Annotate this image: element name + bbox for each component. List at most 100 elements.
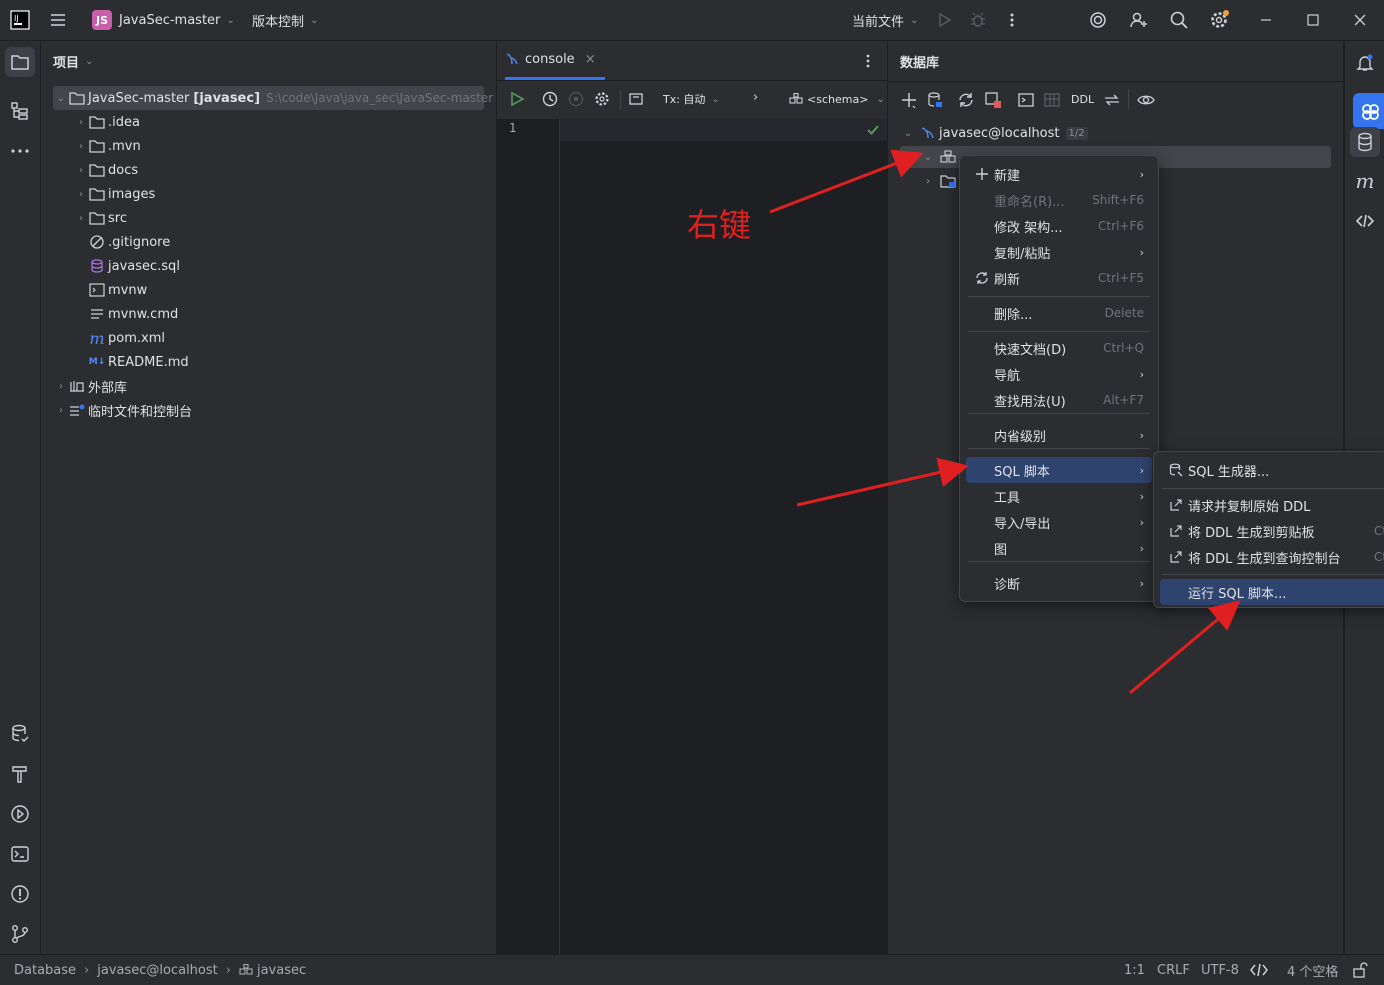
vcs-menu[interactable]: 版本控制 ⌄ <box>252 0 318 40</box>
scratches-icon <box>69 402 85 418</box>
tree-row[interactable]: javasec.sql <box>73 254 180 278</box>
more-actions-icon[interactable] <box>1005 0 1019 40</box>
debug-icon[interactable] <box>969 0 987 40</box>
submenu-item[interactable]: 运行 SQL 脚本... <box>1160 579 1384 605</box>
project-folder-icon[interactable] <box>5 47 35 77</box>
close-tab-icon[interactable]: × <box>585 52 596 67</box>
tree-row-scratches[interactable]: › 临时文件和控制台 <box>53 398 192 422</box>
settings-icon[interactable] <box>594 91 610 107</box>
project-panel-header[interactable]: 项目 ⌄ <box>53 51 93 71</box>
context-menu-item[interactable]: SQL 脚本 › <box>966 457 1152 483</box>
run-icon[interactable] <box>935 0 953 40</box>
context-menu-item[interactable]: 导入/导出 › <box>966 509 1152 535</box>
compare-icon[interactable] <box>1103 91 1121 109</box>
stop-icon[interactable] <box>568 91 584 107</box>
context-menu-item[interactable]: 刷新 Ctrl+F5 <box>966 265 1152 291</box>
tab-console[interactable]: console × <box>505 41 596 77</box>
tree-row[interactable]: › images <box>73 182 155 206</box>
context-menu-item[interactable]: 重命名(R)... Shift+F6 <box>966 187 1152 213</box>
tree-row[interactable]: › .mvn <box>73 134 141 158</box>
context-menu-item[interactable]: 修改 架构... Ctrl+F6 <box>966 213 1152 239</box>
context-menu-item[interactable]: 诊断 › <box>966 570 1152 596</box>
add-user-icon[interactable] <box>1129 0 1149 40</box>
execute-icon[interactable] <box>509 91 525 107</box>
indent-setting[interactable]: 4 个空格 <box>1287 955 1338 985</box>
search-icon[interactable] <box>1169 0 1189 40</box>
database-tool-icon[interactable] <box>1350 127 1380 157</box>
cloud-plugin-icon[interactable] <box>1353 93 1384 129</box>
tree-row[interactable]: m pom.xml <box>73 326 165 350</box>
db-tree-server-objects-row[interactable]: › <box>920 169 959 193</box>
endpoints-icon[interactable] <box>1353 209 1377 233</box>
tree-row-external-libs[interactable]: › 外部库 <box>53 374 127 398</box>
file-encoding[interactable]: UTF-8 <box>1201 955 1239 985</box>
lock-icon[interactable] <box>1352 955 1368 985</box>
git-branch-icon[interactable] <box>8 922 32 946</box>
structure-icon[interactable] <box>8 99 32 123</box>
library-icon <box>69 378 85 394</box>
ai-assistant-icon[interactable] <box>1088 0 1108 40</box>
context-menu-item[interactable]: 查找用法(U) Alt+F7 <box>966 387 1152 413</box>
tree-root-row[interactable]: ⌄ JavaSec-master [javasec] S:\code\Java\… <box>53 86 493 110</box>
ddl-button[interactable]: DDL <box>1071 93 1094 106</box>
maven-icon[interactable]: m <box>1353 169 1377 193</box>
breadcrumb-connection[interactable]: javasec@localhost <box>97 963 218 978</box>
context-menu-item[interactable]: 图 › <box>966 535 1152 561</box>
submenu-item[interactable]: 请求并复制原始 DDL <box>1160 492 1384 518</box>
breadcrumb-schema[interactable]: javasec <box>257 963 306 978</box>
main-menu-icon[interactable] <box>48 0 68 40</box>
eye-icon[interactable] <box>1137 91 1155 109</box>
terminal-icon[interactable] <box>8 842 32 866</box>
problems-icon[interactable] <box>8 882 32 906</box>
context-menu-item[interactable]: 快速文档(D) Ctrl+Q <box>966 335 1152 361</box>
tree-row[interactable]: .gitignore <box>73 230 170 254</box>
chevron-down-icon: ⌄ <box>903 127 913 139</box>
output-pane-icon[interactable] <box>628 91 644 107</box>
history-icon[interactable] <box>542 91 558 107</box>
context-menu-item[interactable]: 内省级别 › <box>966 422 1152 448</box>
context-menu-item[interactable]: 新建 › <box>966 161 1152 187</box>
database-changes-icon[interactable] <box>8 722 32 746</box>
code-editor[interactable] <box>568 121 868 139</box>
tree-row[interactable]: › .idea <box>73 110 140 134</box>
disconnect-icon[interactable] <box>984 91 1002 109</box>
submenu-item[interactable]: 将 DDL 生成到剪贴板 Ctr <box>1160 518 1384 544</box>
table-view-icon[interactable] <box>1043 91 1061 109</box>
tree-row[interactable]: › src <box>73 206 127 230</box>
chevron-right-icon[interactable]: › <box>753 90 758 105</box>
tab-options-icon[interactable] <box>861 52 875 70</box>
jump-to-console-icon[interactable] <box>1017 91 1035 109</box>
data-source-properties-icon[interactable] <box>926 91 944 109</box>
more-tools-icon[interactable] <box>8 139 32 163</box>
refresh-icon[interactable] <box>957 91 975 109</box>
tx-mode-selector[interactable]: Tx: 自动 ⌄ <box>663 90 720 108</box>
project-switcher[interactable]: JS JavaSec-master ⌄ <box>92 0 235 40</box>
db-tree-connection[interactable]: ⌄ javasec@localhost 1/2 <box>900 121 1088 145</box>
tree-row[interactable]: › docs <box>73 158 138 182</box>
run-config-selector[interactable]: 当前文件 ⌄ <box>852 0 918 40</box>
context-menu-item[interactable]: 工具 › <box>966 483 1152 509</box>
submenu-item[interactable]: 将 DDL 生成到查询控制台 Ctr <box>1160 544 1384 570</box>
context-menu-item[interactable]: 复制/粘贴 › <box>966 239 1152 265</box>
context-menu-item[interactable]: 删除... Delete <box>966 300 1152 326</box>
db-tree-schema-row[interactable]: ⌄ <box>920 145 959 169</box>
notifications-bell-icon[interactable] <box>1353 51 1377 75</box>
schema-selector[interactable]: <schema> ⌄ <box>789 90 885 108</box>
code-style-icon[interactable] <box>1250 955 1268 985</box>
services-icon[interactable] <box>8 802 32 826</box>
tree-row[interactable]: mvnw <box>73 278 147 302</box>
context-menu-item[interactable]: 导航 › <box>966 361 1152 387</box>
app-logo-icon[interactable]: IJ <box>10 0 30 40</box>
caret-position[interactable]: 1:1 <box>1124 955 1145 985</box>
add-plus-icon[interactable] <box>900 91 918 109</box>
close-window-button[interactable] <box>1352 0 1368 40</box>
maximize-button[interactable] <box>1305 0 1321 40</box>
submenu-item[interactable]: SQL 生成器... <box>1160 457 1384 483</box>
line-separator[interactable]: CRLF <box>1157 955 1190 985</box>
tree-row[interactable]: mvnw.cmd <box>73 302 178 326</box>
breadcrumb-database[interactable]: Database <box>14 963 76 978</box>
settings-gear-icon[interactable] <box>1209 0 1231 40</box>
minimize-button[interactable] <box>1258 0 1274 40</box>
build-hammer-icon[interactable] <box>8 762 32 786</box>
tree-row[interactable]: M↓ README.md <box>73 350 189 374</box>
